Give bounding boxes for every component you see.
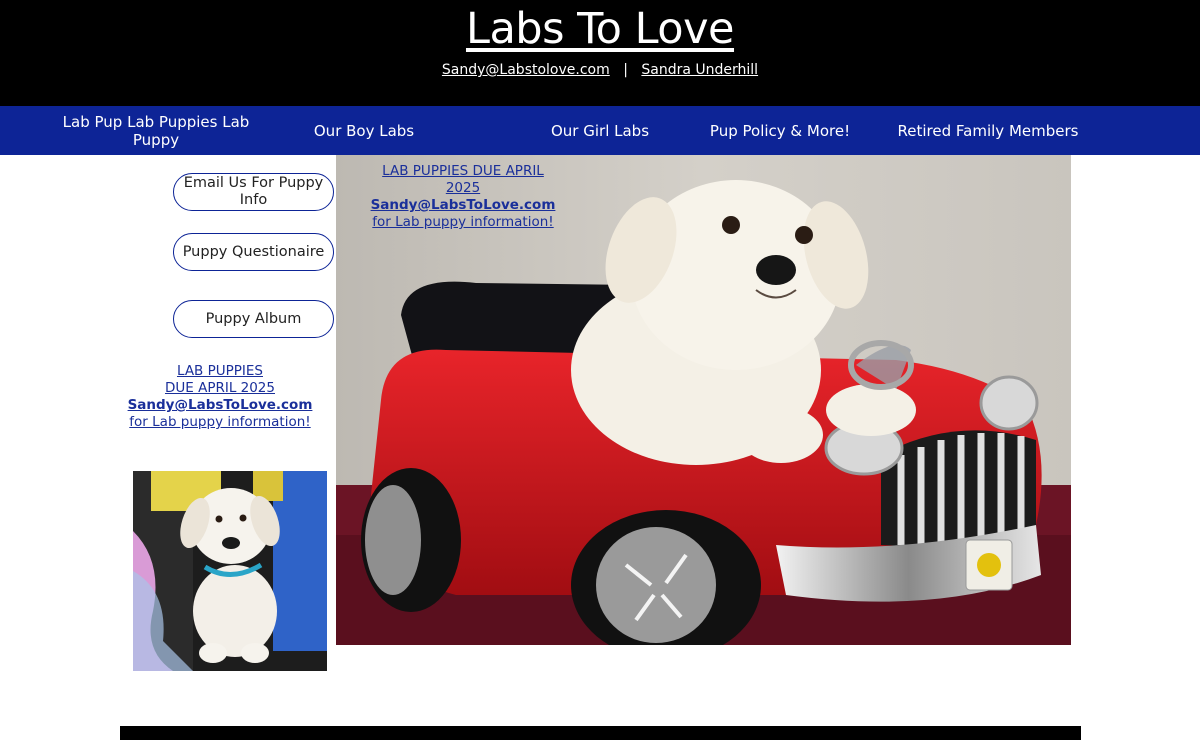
nav-item-boy-labs[interactable]: Our Boy Labs [290,106,438,155]
footer-bar [120,726,1081,740]
nav-item-retired-family[interactable]: Retired Family Members [890,106,1086,155]
header-separator: | [623,62,628,78]
hero-promo: LAB PUPPIES DUE APRIL 2025 Sandy@LabsToL… [363,163,563,231]
hero-promo-email-link[interactable]: Sandy@LabsToLove.com [363,197,563,214]
puppy-album-button[interactable]: Puppy Album [173,300,334,338]
puppy-thumbnail-illustration [133,471,327,671]
sidebar-promo-line1[interactable]: LAB PUPPIES [120,363,320,380]
sidebar-promo: LAB PUPPIES DUE APRIL 2025 Sandy@LabsToL… [120,363,320,431]
email-puppy-info-button[interactable]: Email Us For Puppy Info [173,173,334,211]
site-header: Labs To Love Sandy@Labstolove.com | Sand… [0,0,1200,106]
sidebar-promo-email-link[interactable]: Sandy@LabsToLove.com [120,397,320,414]
nav-item-lab-puppies[interactable]: Lab Pup Lab Puppies Lab Puppy [58,106,254,155]
sidebar-promo-line4[interactable]: for Lab puppy information! [120,414,320,431]
hero-promo-line3[interactable]: for Lab puppy information! [363,214,563,231]
header-email-link[interactable]: Sandy@Labstolove.com [442,62,610,78]
hero-promo-line1[interactable]: LAB PUPPIES DUE APRIL 2025 [363,163,563,197]
contact-line: Sandy@Labstolove.com | Sandra Underhill [0,62,1200,78]
puppy-questionaire-button[interactable]: Puppy Questionaire [173,233,334,271]
puppy-thumbnail-image[interactable] [133,471,327,671]
main-nav: Lab Pup Lab Puppies Lab Puppy Our Boy La… [0,106,1200,155]
nav-item-pup-policy[interactable]: Pup Policy & More! [700,106,860,155]
header-owner-link[interactable]: Sandra Underhill [641,62,758,78]
nav-item-girl-labs[interactable]: Our Girl Labs [498,106,702,155]
site-title-link[interactable]: Labs To Love [0,4,1200,54]
sidebar-promo-line2[interactable]: DUE APRIL 2025 [120,380,320,397]
